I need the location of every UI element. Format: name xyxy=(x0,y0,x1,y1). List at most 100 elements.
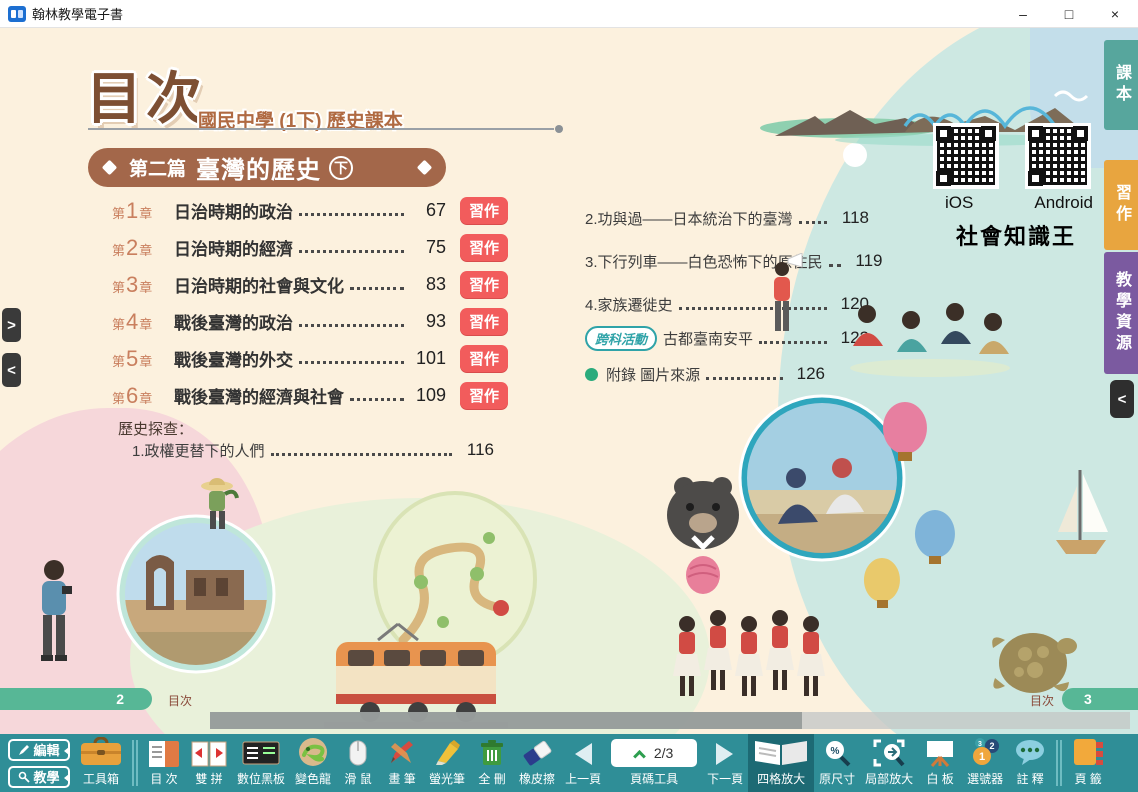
qr-code-ios xyxy=(933,123,999,189)
bookmark-button[interactable]: 頁 籤 xyxy=(1066,734,1110,792)
app-qr-block: iOS Android 社會知識王 xyxy=(933,123,1099,251)
chapter-title: 戰後臺灣的外交 xyxy=(174,346,293,371)
trash-icon xyxy=(480,738,504,767)
tab-teaching-resources[interactable]: 教學資源 xyxy=(1104,252,1138,374)
teach-mode-button[interactable]: 教學 xyxy=(8,766,70,788)
dual-page-button[interactable]: 雙 拼 xyxy=(186,734,232,792)
workbook-badge[interactable]: 習作 xyxy=(460,382,508,409)
dotted-leader xyxy=(299,213,404,216)
sidebar-collapse-button[interactable]: < xyxy=(1110,380,1134,418)
page-indicator-value: 2/3 xyxy=(654,745,673,761)
toc-item-row[interactable]: 2.功與過——日本統治下的臺灣 118 xyxy=(585,205,869,231)
hot-air-balloons-illustration xyxy=(860,400,970,640)
arrow-right-icon xyxy=(714,738,736,767)
pen-button[interactable]: 畫 筆 xyxy=(380,734,424,792)
bookmark-tabs-icon xyxy=(1072,737,1104,767)
chapter-page-number: 93 xyxy=(410,311,446,332)
workbook-badge[interactable]: 習作 xyxy=(460,308,508,335)
eraser-button[interactable]: 橡皮擦 xyxy=(514,734,560,792)
tab-textbook[interactable]: 課本 xyxy=(1104,40,1138,130)
explore-page-number: 116 xyxy=(458,440,494,460)
svg-text:%: % xyxy=(831,746,840,757)
toc-chapter-row[interactable]: 第3章 日治時期的社會與文化 83 習作 xyxy=(112,266,508,303)
workbook-badge[interactable]: 習作 xyxy=(460,234,508,261)
explore-item-label: 1.政權更替下的人們 xyxy=(132,440,265,461)
horizontal-scrollbar[interactable] xyxy=(210,712,1130,729)
workbook-badge[interactable]: 習作 xyxy=(460,271,508,298)
workbook-badge[interactable]: 習作 xyxy=(460,197,508,224)
toc-chapter-row[interactable]: 第5章 戰後臺灣的外交 101 習作 xyxy=(112,340,508,377)
page-indicator-box[interactable]: 2/3 xyxy=(611,739,697,767)
pointer-icon xyxy=(18,771,30,783)
dotted-leader xyxy=(271,453,452,456)
dotted-leader xyxy=(299,324,404,327)
workbook-badge[interactable]: 習作 xyxy=(460,345,508,372)
digital-blackboard-button[interactable]: 數位黑板 xyxy=(232,734,290,792)
toc-appendix-row[interactable]: 附錄 圖片來源 126 xyxy=(585,361,825,387)
toc-explore-row[interactable]: 1.政權更替下的人們 116 xyxy=(132,438,494,462)
partial-zoom-button[interactable]: 局部放大 xyxy=(860,734,918,792)
toolbox-button[interactable]: 工具箱 xyxy=(74,734,128,792)
chapter-page-number: 109 xyxy=(410,385,446,406)
minimize-button[interactable]: – xyxy=(1000,0,1046,27)
section-name: 臺灣的歷史 xyxy=(196,150,321,185)
whiteboard-button[interactable]: 白 板 xyxy=(918,734,962,792)
toc-cross-activity-row[interactable]: 跨科活動 古都臺南安平 122 xyxy=(585,325,869,351)
dancers-photo xyxy=(738,394,906,562)
chapter-title: 日治時期的政治 xyxy=(174,198,293,223)
mode-buttons: 編輯 教學 xyxy=(4,734,74,792)
toc-chapter-row[interactable]: 第6章 戰後臺灣的經濟與社會 109 習作 xyxy=(112,377,508,414)
chapter-number: 第2章 xyxy=(112,235,168,261)
annotation-button[interactable]: 註 釋 xyxy=(1008,734,1052,792)
window-controls: – □ × xyxy=(1000,0,1138,27)
quad-zoom-button[interactable]: 四格放大 xyxy=(748,734,814,792)
svg-text:3: 3 xyxy=(978,741,982,748)
toc-item-row[interactable]: 4.家族遷徙史 120 xyxy=(585,291,869,317)
appendix-page: 126 xyxy=(789,364,825,384)
tourist-illustration xyxy=(28,556,80,686)
map-dot-decoration xyxy=(843,143,867,167)
qr-ios-label: iOS xyxy=(945,193,973,213)
toc-button[interactable]: 目 次 xyxy=(142,734,186,792)
page-number-tool[interactable]: 2/3 頁碼工具 xyxy=(606,734,702,792)
edit-mode-button[interactable]: 編輯 xyxy=(8,739,70,761)
blackboard-icon xyxy=(242,738,280,767)
dotted-leader xyxy=(350,287,404,290)
close-button[interactable]: × xyxy=(1092,0,1138,27)
app-logo-icon xyxy=(8,6,26,22)
toc-item-page: 118 xyxy=(833,208,869,228)
chapter-title: 戰後臺灣的政治 xyxy=(174,309,293,334)
svg-text:2: 2 xyxy=(990,741,995,751)
toc-chapter-row[interactable]: 第2章 日治時期的經濟 75 習作 xyxy=(112,229,508,266)
edge-prev-button[interactable]: < xyxy=(2,353,21,387)
title-divider xyxy=(88,128,554,130)
chapter-number: 第3章 xyxy=(112,272,168,298)
window-titlebar: 翰林教學電子書 – □ × xyxy=(0,0,1138,28)
toolbar-divider xyxy=(1056,740,1062,786)
previous-page-button[interactable]: 上一頁 xyxy=(560,734,606,792)
toc-item-row[interactable]: 3.下行列車——白色恐怖下的原住民 119 xyxy=(585,248,869,274)
page-title: 目次 xyxy=(86,54,206,135)
old-map-illustration xyxy=(373,490,538,668)
delete-all-button[interactable]: 全 刪 xyxy=(470,734,514,792)
chapter-page-number: 67 xyxy=(410,200,446,221)
toc-chapter-row[interactable]: 第4章 戰後臺灣的政治 93 習作 xyxy=(112,303,508,340)
book-page: 目次 國民中學 (1下) 歷史課本 第二篇 臺灣的歷史 下 第1章 日治時期的政… xyxy=(0,28,1138,734)
maximize-button[interactable]: □ xyxy=(1046,0,1092,27)
mouse-button[interactable]: 滑 鼠 xyxy=(336,734,380,792)
number-picker-button[interactable]: 321 選號器 xyxy=(962,734,1008,792)
highlighter-button[interactable]: 螢光筆 xyxy=(424,734,470,792)
qr-app-name: 社會知識王 xyxy=(933,219,1099,251)
edge-next-button[interactable]: > xyxy=(2,308,21,342)
chameleon-button[interactable]: 變色龍 xyxy=(290,734,336,792)
toc-chapter-row[interactable]: 第1章 日治時期的政治 67 習作 xyxy=(112,192,508,229)
chapter-title: 日治時期的經濟 xyxy=(174,235,293,260)
page-number-pill-right: 3 xyxy=(1062,688,1138,710)
toc-item-label: 2.功與過——日本統治下的臺灣 xyxy=(585,208,793,229)
original-size-button[interactable]: % 原尺寸 xyxy=(814,734,860,792)
next-page-button[interactable]: 下一頁 xyxy=(702,734,748,792)
scrollbar-thumb[interactable] xyxy=(210,712,802,729)
dotted-leader xyxy=(299,250,404,253)
toc-left-column: 第1章 日治時期的政治 67 習作 第2章 日治時期的經濟 75 習作 第3章 … xyxy=(112,192,508,414)
tab-workbook[interactable]: 習作 xyxy=(1104,160,1138,250)
